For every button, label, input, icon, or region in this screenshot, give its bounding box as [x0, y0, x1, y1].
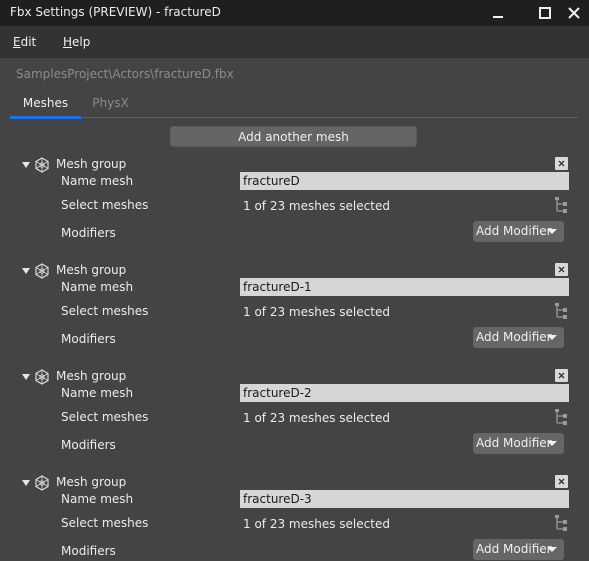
- hierarchy-tree-icon[interactable]: [554, 197, 568, 213]
- mesh-group-icon: [35, 157, 49, 173]
- remove-group-button[interactable]: [555, 369, 568, 382]
- tab-physx[interactable]: PhysX: [81, 91, 140, 118]
- hierarchy-tree-icon[interactable]: [554, 303, 568, 319]
- mesh-group-icon: [35, 263, 49, 279]
- hierarchy-tree-icon[interactable]: [554, 409, 568, 425]
- name-mesh-label: Name mesh: [61, 174, 134, 188]
- select-meshes-label: Select meshes: [61, 410, 149, 424]
- remove-group-button[interactable]: [555, 475, 568, 488]
- select-meshes-label: Select meshes: [61, 198, 149, 212]
- mesh-group-title: Mesh group: [56, 475, 127, 489]
- hierarchy-tree-icon[interactable]: [554, 515, 568, 531]
- add-modifier-label: Add Modifier: [476, 330, 552, 344]
- add-modifier-dropdown[interactable]: Add Modifier: [473, 433, 564, 454]
- name-mesh-input[interactable]: fractureD-2: [240, 384, 569, 402]
- name-mesh-label: Name mesh: [61, 492, 134, 506]
- add-modifier-dropdown[interactable]: Add Modifier: [473, 539, 564, 560]
- modifiers-label: Modifiers: [61, 438, 116, 452]
- title-bar: Fbx Settings (PREVIEW) - fractureD: [0, 0, 589, 26]
- menu-edit-mnemonic: E: [13, 35, 21, 49]
- mesh-group-icon: [35, 369, 49, 385]
- mesh-group-icon: [35, 475, 49, 491]
- add-modifier-label: Add Modifier: [476, 542, 552, 556]
- menu-edit-label: dit: [20, 35, 37, 49]
- dropdown-caret-icon: [547, 441, 557, 446]
- tab-bar: Meshes PhysX: [10, 91, 578, 119]
- tab-meshes[interactable]: Meshes: [10, 91, 81, 119]
- name-mesh-input[interactable]: fractureD-3: [240, 490, 569, 508]
- minimize-button[interactable]: [480, 0, 516, 26]
- select-meshes-label: Select meshes: [61, 304, 149, 318]
- dropdown-caret-icon: [547, 335, 557, 340]
- collapse-caret-icon[interactable]: [22, 162, 30, 168]
- modifiers-label: Modifiers: [61, 226, 116, 240]
- modifiers-label: Modifiers: [61, 544, 116, 558]
- file-path: SamplesProject\Actors\fractureD.fbx: [16, 67, 234, 81]
- close-icon: [568, 7, 580, 19]
- menu-help-mnemonic: H: [63, 35, 73, 49]
- minimize-icon: [493, 16, 503, 18]
- close-icon: [558, 160, 565, 167]
- menu-bar: Edit Help: [0, 26, 589, 58]
- window-title: Fbx Settings (PREVIEW) - fractureD: [10, 5, 221, 19]
- name-mesh-input[interactable]: fractureD-1: [240, 278, 569, 296]
- maximize-icon: [539, 7, 551, 19]
- collapse-caret-icon[interactable]: [22, 268, 30, 274]
- mesh-group: Mesh group Name mesh fractureD-1 Select …: [0, 261, 589, 367]
- mesh-group-title: Mesh group: [56, 263, 127, 277]
- close-icon: [558, 266, 565, 273]
- meshes-selected-text: 1 of 23 meshes selected: [243, 199, 390, 213]
- remove-group-button[interactable]: [555, 263, 568, 276]
- select-meshes-label: Select meshes: [61, 516, 149, 530]
- mesh-group-title: Mesh group: [56, 369, 127, 383]
- add-another-mesh-button[interactable]: Add another mesh: [170, 126, 417, 147]
- name-mesh-label: Name mesh: [61, 280, 134, 294]
- close-button[interactable]: [556, 0, 589, 26]
- close-icon: [558, 372, 565, 379]
- collapse-caret-icon[interactable]: [22, 374, 30, 380]
- modifiers-label: Modifiers: [61, 332, 116, 346]
- close-icon: [558, 478, 565, 485]
- menu-help[interactable]: Help: [63, 35, 90, 49]
- meshes-selected-text: 1 of 23 meshes selected: [243, 517, 390, 531]
- menu-edit[interactable]: Edit: [13, 35, 36, 49]
- mesh-group: Mesh group Name mesh fractureD-3 Select …: [0, 473, 589, 561]
- mesh-group-title: Mesh group: [56, 157, 127, 171]
- mesh-group: Mesh group Name mesh fractureD-2 Select …: [0, 367, 589, 473]
- mesh-group: Mesh group Name mesh fractureD Select me…: [0, 155, 589, 261]
- name-mesh-input[interactable]: fractureD: [240, 172, 569, 190]
- name-mesh-label: Name mesh: [61, 386, 134, 400]
- remove-group-button[interactable]: [555, 157, 568, 170]
- dropdown-caret-icon: [547, 547, 557, 552]
- meshes-selected-text: 1 of 23 meshes selected: [243, 305, 390, 319]
- meshes-selected-text: 1 of 23 meshes selected: [243, 411, 390, 425]
- menu-help-label: elp: [72, 35, 91, 49]
- add-modifier-dropdown[interactable]: Add Modifier: [473, 327, 564, 348]
- dropdown-caret-icon: [547, 229, 557, 234]
- collapse-caret-icon[interactable]: [22, 480, 30, 486]
- add-modifier-label: Add Modifier: [476, 224, 552, 238]
- add-modifier-dropdown[interactable]: Add Modifier: [473, 221, 564, 242]
- add-modifier-label: Add Modifier: [476, 436, 552, 450]
